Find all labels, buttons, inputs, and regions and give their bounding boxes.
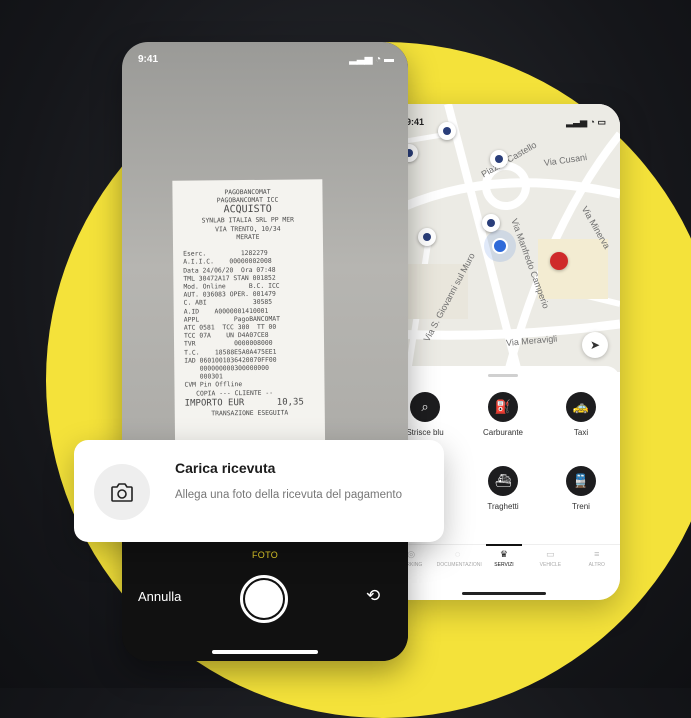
service-label: Treni xyxy=(572,502,590,511)
parking-poi-icon[interactable] xyxy=(418,228,436,246)
status-bar: 9:41 ▂▃▅ ◔ ▭ xyxy=(406,117,606,131)
receipt-total: IMPORTO EUR 10,35 xyxy=(184,397,304,409)
sheet-handle[interactable] xyxy=(488,374,518,377)
parking-poi-icon[interactable] xyxy=(482,214,500,232)
service-taxi[interactable]: 🚕 Taxi xyxy=(548,392,614,437)
parking-search-icon: ⌕ xyxy=(410,392,440,422)
menu-icon: ≡ xyxy=(594,549,600,559)
bottom-tab-bar: ◎ PARKING ◌ DOCUMENTAZIONI ♛ SERVIZI ▭ VEHIC… xyxy=(388,544,620,575)
vehicle-icon: ▭ xyxy=(546,549,555,559)
tab-vehicle[interactable]: ▭ VEHICLE xyxy=(529,545,571,575)
tab-documentazioni[interactable]: ◌ DOCUMENTAZIONI xyxy=(437,545,482,575)
status-bar: 9:41 ▂▃▅ ◔ ▬ xyxy=(138,54,394,68)
camera-mode-label[interactable]: FOTO xyxy=(122,550,408,560)
cancel-button[interactable]: Annulla xyxy=(138,589,181,604)
ferry-icon: ⛴ xyxy=(488,466,518,496)
service-ferry[interactable]: ⛴ Traghetti xyxy=(470,466,536,511)
upload-card-subtitle: Allega una foto della ricevuta del pagam… xyxy=(175,489,402,501)
tab-servizi[interactable]: ♛ SERVIZI xyxy=(483,545,525,575)
camera-icon xyxy=(94,464,150,520)
service-label: Carburante xyxy=(482,428,524,437)
signal-wifi-battery-icon: ▂▃▅ ◔ ▭ xyxy=(566,117,606,127)
status-time: 9:41 xyxy=(138,54,159,65)
home-indicator xyxy=(212,650,318,654)
fuel-poi-icon[interactable] xyxy=(550,252,568,270)
shutter-inner xyxy=(245,580,283,618)
receipt-footer: TRANSAZIONE ESEGUITA xyxy=(211,408,289,418)
service-fuel[interactable]: ⛽ Carburante xyxy=(470,392,536,437)
document-icon: ◌ xyxy=(454,549,461,559)
camera-icon-glyph xyxy=(111,483,133,502)
receipt-body: Eserc. 1282279 A.I.I.C. 00000002008 Data… xyxy=(183,249,281,398)
receipt-line: MERATE xyxy=(236,232,260,241)
map-view[interactable]: 9:41 ▂▃▅ ◔ ▭ Piazza Castello Via Cusani … xyxy=(388,104,620,372)
status-time: 9:41 xyxy=(406,117,425,127)
locate-me-icon[interactable]: ➤ xyxy=(582,332,608,358)
fuel-icon: ⛽ xyxy=(488,392,518,422)
receipt-line: SYNLAB ITALIA SRL PP MER xyxy=(201,215,294,225)
train-icon: 🚆 xyxy=(566,466,596,496)
shutter-button[interactable] xyxy=(240,575,288,623)
services-icon: ♛ xyxy=(499,549,508,559)
home-indicator xyxy=(462,592,546,595)
parking-poi-icon[interactable] xyxy=(490,150,508,168)
signal-wifi-battery-icon: ▂▃▅ ◔ ▬ xyxy=(349,54,394,65)
switch-camera-icon[interactable]: ⟲ xyxy=(366,586,380,606)
camera-phone: 9:41 ▂▃▅ ◔ ▬ PAGOBANCOMAT PAGOBANCOMAT IC… xyxy=(122,42,408,661)
upload-card-title: Carica ricevuta xyxy=(175,460,276,476)
upload-receipt-card[interactable]: Carica ricevuta Allega una foto della ri… xyxy=(74,440,444,542)
service-label: Traghetti xyxy=(487,502,519,511)
user-location-dot xyxy=(492,238,508,254)
parking-poi-icon[interactable] xyxy=(438,122,456,140)
active-tab-indicator xyxy=(486,544,522,546)
service-label: Taxi xyxy=(573,428,589,437)
taxi-icon: 🚕 xyxy=(566,392,596,422)
tab-altro[interactable]: ≡ ALTRO xyxy=(576,545,618,575)
service-train[interactable]: 🚆 Treni xyxy=(548,466,614,511)
